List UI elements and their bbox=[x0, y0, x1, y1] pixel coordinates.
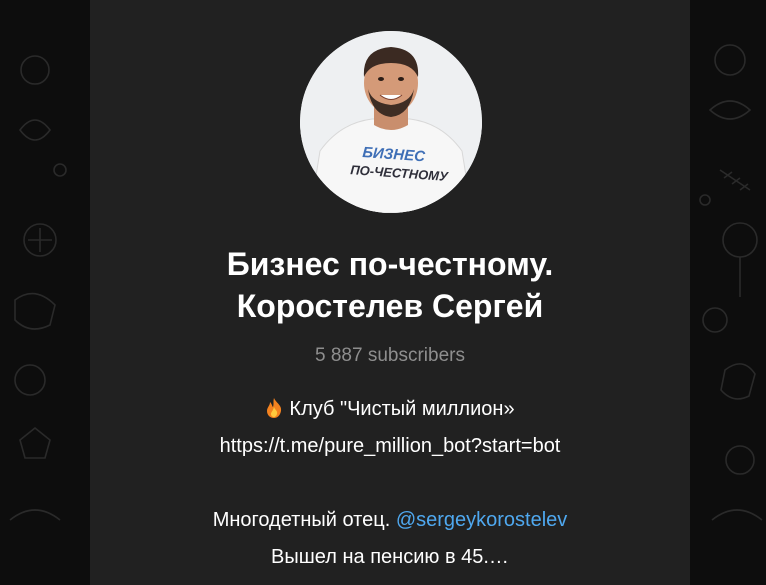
channel-title-line2: Коростелев Сергей bbox=[236, 288, 544, 324]
subscriber-count: 5 887 subscribers bbox=[315, 345, 465, 366]
pension-line: Вышел на пенсию в 45.… bbox=[271, 546, 509, 568]
channel-title: Бизнес по-честному. Коростелев Сергей bbox=[90, 243, 690, 327]
mention-link[interactable]: @sergeykorostelev bbox=[396, 509, 567, 531]
bio-line: Многодетный отец. @sergeykorostelev bbox=[90, 502, 690, 539]
avatar-photo: БИЗНЕС ПО-ЧЕСТНОМУ bbox=[300, 31, 482, 213]
channel-avatar[interactable]: БИЗНЕС ПО-ЧЕСТНОМУ bbox=[300, 31, 482, 213]
channel-description: Клуб "Чистый миллион» https://t.me/pure_… bbox=[90, 391, 690, 576]
fire-icon bbox=[265, 395, 283, 432]
channel-title-line1: Бизнес по-честному. bbox=[226, 246, 554, 282]
club-line: Клуб "Чистый миллион» bbox=[90, 391, 690, 428]
channel-info-card: БИЗНЕС ПО-ЧЕСТНОМУ Бизнес по-честному. К… bbox=[90, 0, 690, 585]
bio-text: Многодетный отец. bbox=[212, 509, 391, 531]
club-text: Клуб "Чистый миллион» bbox=[289, 398, 515, 420]
bot-link[interactable]: https://t.me/pure_million_bot?start=bot bbox=[90, 428, 690, 465]
